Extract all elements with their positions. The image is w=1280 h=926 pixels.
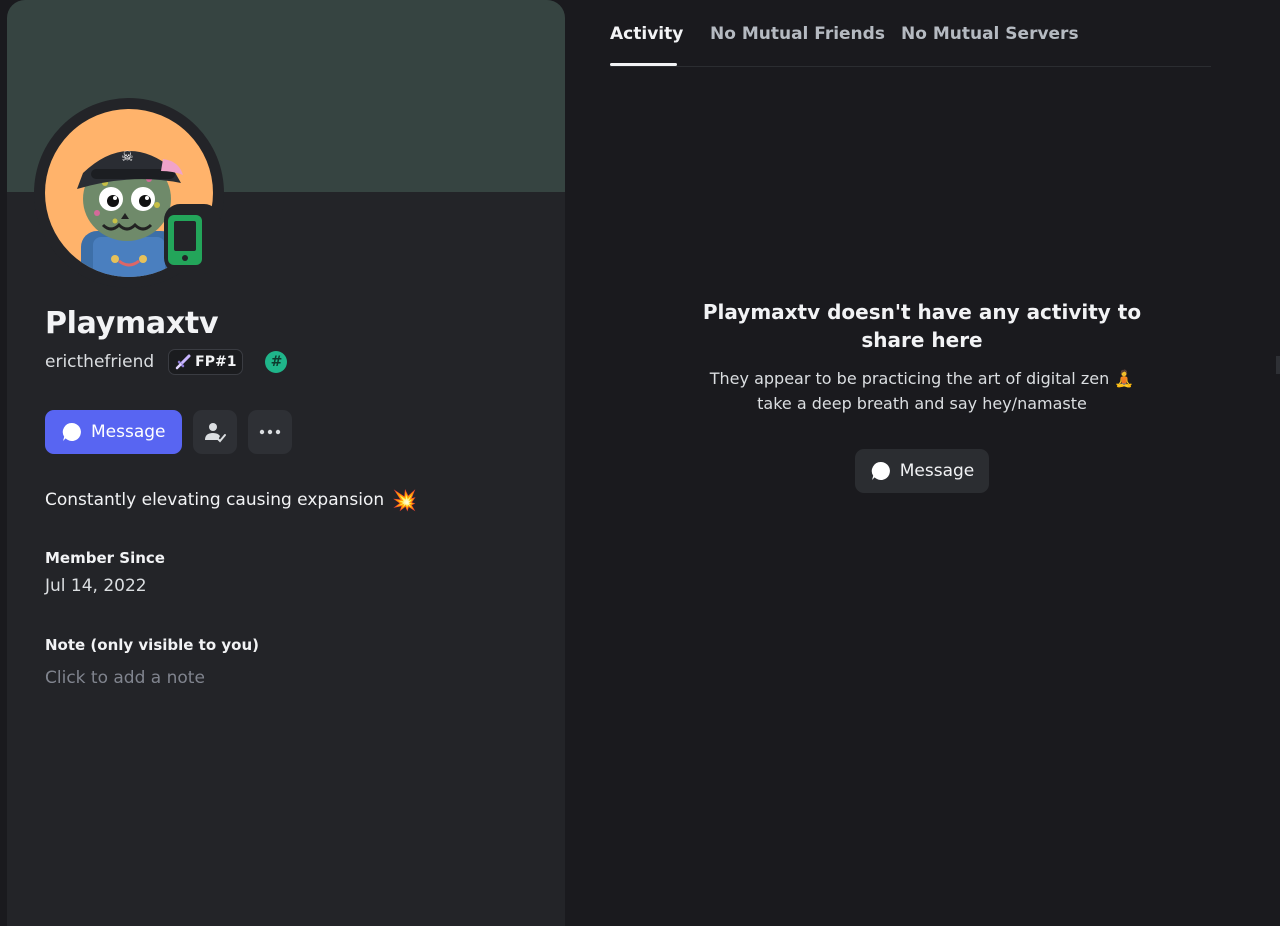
username[interactable]: ericthefriend [45,352,154,372]
friend-status-button[interactable] [192,410,237,454]
chat-bubble-icon [871,461,890,480]
server-tag[interactable]: FP#1 [168,349,244,375]
svg-text:☠: ☠ [121,149,134,165]
display-name: Playmaxtv [45,306,219,341]
empty-activity-subtitle-text: They appear to be practicing the art of … [709,369,1110,388]
activity-message-button-label: Message [899,461,975,481]
tab-mutual-friends[interactable]: No Mutual Friends [710,24,885,44]
empty-activity-subtitle-line2: take a deep breath and say hey/namaste [757,394,1087,413]
mobile-status-icon [168,215,202,265]
hash-badge-icon[interactable]: # [265,351,288,373]
add-friend-icon [204,423,226,443]
message-button[interactable]: Message [45,410,182,454]
empty-activity-title: Playmaxtv doesn't have any activity to s… [702,300,1142,352]
scrollbar-edge[interactable] [1276,356,1280,374]
chat-bubble-icon [62,422,81,441]
activity-message-button[interactable]: Message [855,449,989,493]
note-label: Note (only visible to you) [45,636,259,654]
active-tab-indicator [610,63,677,66]
member-since-label: Member Since [45,549,165,567]
sword-icon [175,354,191,370]
server-tag-label: FP#1 [195,354,237,370]
profile-tabs: Activity No Mutual Friends No Mutual Ser… [610,0,1211,67]
bio-text: Constantly elevating causing expansion [45,490,385,510]
bio: Constantly elevating causing expansion 💥 [45,488,417,512]
member-since-value: Jul 14, 2022 [45,576,147,596]
message-button-label: Message [91,422,166,442]
collision-emoji-icon: 💥 [392,488,418,512]
profile-actions: Message [45,410,292,454]
meditation-emoji-icon: 🧘 [1114,369,1135,388]
more-options-button[interactable] [247,410,292,454]
empty-activity-subtitle: They appear to be practicing the art of … [690,366,1154,416]
more-options-icon [259,429,280,435]
note-input[interactable] [45,664,515,692]
username-row: ericthefriend FP#1 # [45,348,288,376]
tab-activity[interactable]: Activity [610,24,683,44]
tab-mutual-servers[interactable]: No Mutual Servers [901,24,1079,44]
